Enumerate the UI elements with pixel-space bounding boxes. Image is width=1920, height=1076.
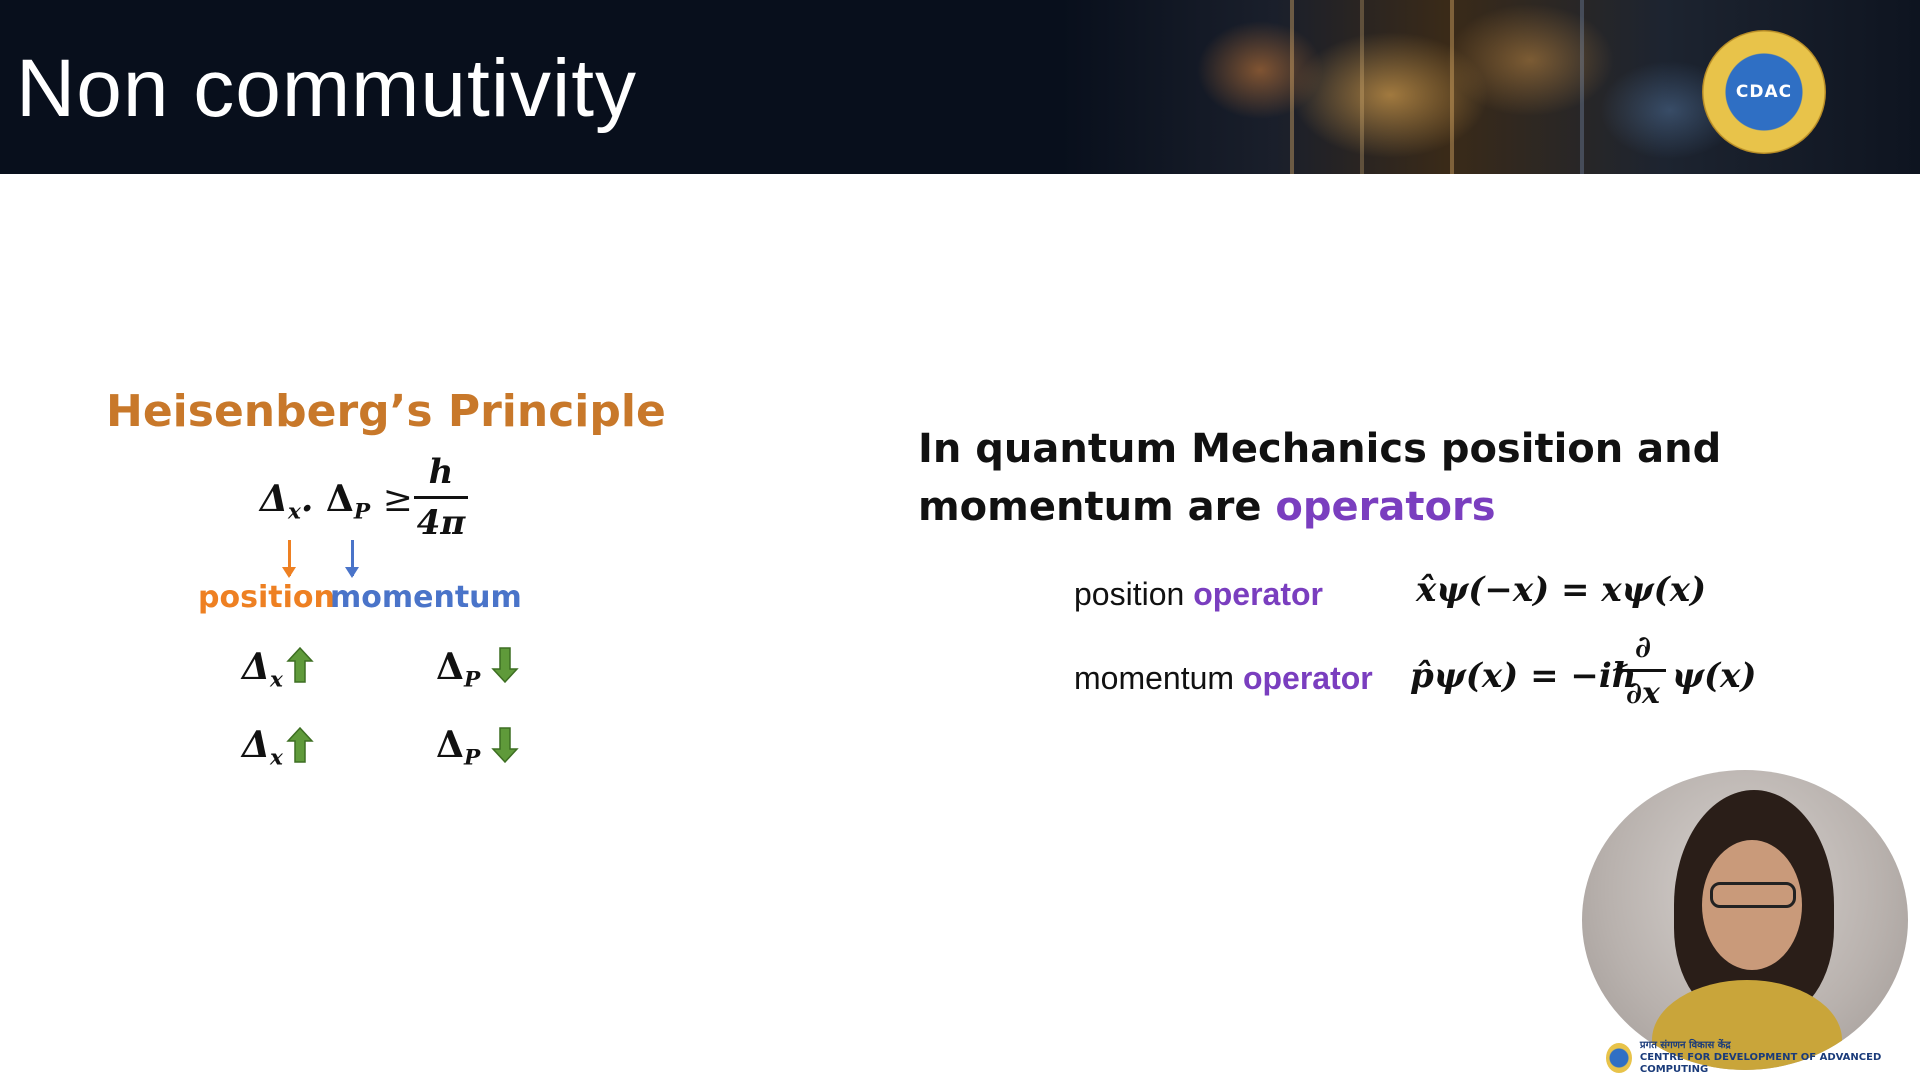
momentum-operator-label: momentum operator xyxy=(1074,660,1373,697)
fraction-numerator: h xyxy=(428,452,454,492)
delta-x-sub: x xyxy=(287,499,301,525)
up-arrow-icon xyxy=(286,727,314,763)
footer-cdac-logo: प्रगत संगणन विकास केंद्र CENTRE FOR DEVE… xyxy=(1606,1040,1910,1075)
momentum-arrow-icon xyxy=(345,540,359,578)
row2-dx-sub: x xyxy=(269,745,283,771)
position-label: position xyxy=(198,580,335,615)
delta-x: Δ xyxy=(260,478,288,520)
position-arrow-icon xyxy=(282,540,296,578)
momentum-operator-label-text: momentum xyxy=(1074,660,1243,696)
down-arrow-icon xyxy=(491,727,519,763)
partial-derivative-fraction: ∂ ∂x xyxy=(1620,630,1666,711)
up-arrow-icon xyxy=(286,647,314,683)
fraction-denominator: 4π xyxy=(416,503,466,543)
row1-dp: Δ xyxy=(436,646,464,688)
statement-line2: momentum are xyxy=(918,484,1276,530)
heisenberg-heading: Heisenberg’s Principle xyxy=(106,386,666,437)
row2-dx: Δ xyxy=(242,724,270,766)
footer-logo-line2: CENTRE FOR DEVELOPMENT OF ADVANCED COMPU… xyxy=(1639,1052,1882,1075)
partial-denominator: ∂x xyxy=(1626,676,1660,711)
dot: . xyxy=(300,478,314,520)
position-operator-label-hl: operator xyxy=(1193,576,1323,612)
momentum-operator-label-hl: operator xyxy=(1242,660,1373,696)
partial-fraction-bar xyxy=(1620,669,1666,672)
position-operator-label-text: position xyxy=(1074,576,1194,612)
momentum-label: momentum xyxy=(330,580,522,615)
cdac-logo-icon: CDAC xyxy=(1702,30,1826,154)
momentum-operator-lhs: p̂ψ(x) = −iℏ xyxy=(1410,656,1637,696)
partial-numerator: ∂ xyxy=(1634,630,1652,665)
row1-dp-sub: P xyxy=(463,667,481,693)
uncertainty-lhs: Δx. ΔP ≥ xyxy=(260,478,413,525)
logo-mark: CDAC xyxy=(1735,82,1793,102)
footer-logo-line1: प्रगत संगणन विकास केंद्र xyxy=(1639,1040,1731,1051)
row1-delta-p: ΔP xyxy=(436,646,480,693)
delta-p-sub: P xyxy=(353,499,371,525)
delta-p: Δ xyxy=(325,478,354,520)
down-arrow-icon xyxy=(491,647,519,683)
h-over-4pi: h 4π xyxy=(414,452,468,543)
row1-delta-x: Δx xyxy=(242,646,283,693)
footer-logo-badge-icon xyxy=(1606,1043,1632,1073)
geq-symbol: ≥ xyxy=(382,479,413,520)
operators-statement: In quantum Mechanics position and moment… xyxy=(918,420,1778,536)
row2-dp: Δ xyxy=(436,724,464,766)
row1-dx-sub: x xyxy=(269,667,283,693)
position-operator-equation: x̂ψ(−x) = xψ(x) xyxy=(1416,570,1707,610)
presenter-webcam xyxy=(1582,770,1908,1070)
row2-delta-p: ΔP xyxy=(436,724,480,771)
slide-title: Non commutivity xyxy=(16,43,638,134)
momentum-operator-rhs: ψ(x) xyxy=(1672,656,1757,696)
row2-delta-x: Δx xyxy=(242,724,283,771)
statement-line1: In quantum Mechanics position and xyxy=(918,426,1722,472)
row1-dx: Δ xyxy=(242,646,270,688)
presenter-glasses xyxy=(1710,882,1796,908)
statement-operators-highlight: operators xyxy=(1275,484,1496,530)
slide-header: Non commutivity CDAC xyxy=(0,0,1920,174)
fraction-bar xyxy=(414,496,468,499)
row2-dp-sub: P xyxy=(463,745,481,771)
footer-logo-text: प्रगत संगणन विकास केंद्र CENTRE FOR DEVE… xyxy=(1640,1040,1910,1076)
position-operator-label: position operator xyxy=(1074,576,1323,613)
